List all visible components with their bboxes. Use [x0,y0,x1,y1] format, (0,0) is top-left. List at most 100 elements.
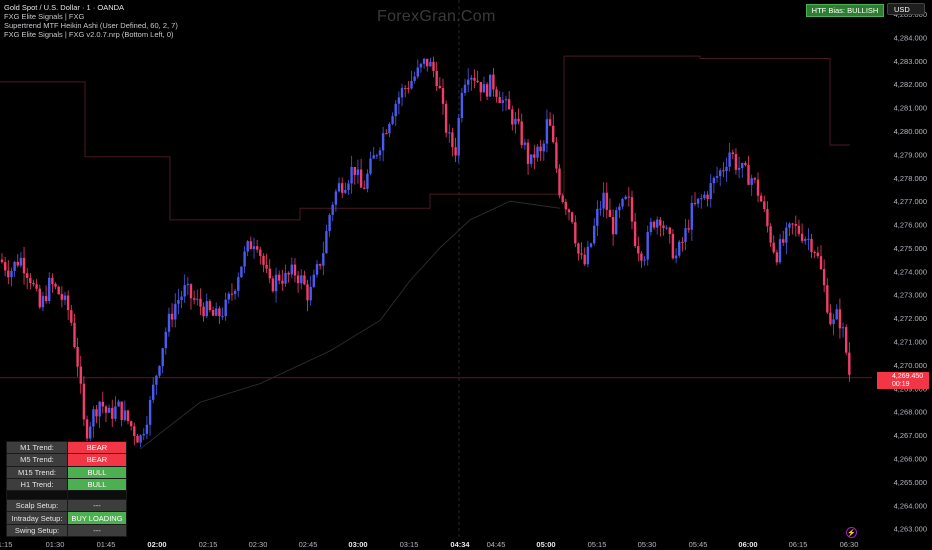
candle-body [79,366,82,384]
candle-body [621,199,624,207]
candle-body [501,100,504,103]
candle-body [832,319,835,325]
candle-body [218,308,221,317]
candle-body [161,348,164,367]
candle-body [366,173,369,189]
trend-value: --- [67,499,127,513]
candle-body [467,79,470,85]
candle-body [350,167,353,184]
candle-body [457,118,460,156]
candle-body [463,84,467,93]
candle-body [476,80,479,82]
candle-body [517,118,520,122]
candle-body [580,253,583,255]
candle-body [523,142,527,145]
candle-body [130,421,133,427]
candle-body [520,121,523,145]
candle-body [70,310,73,323]
candle-body [274,274,278,292]
candle-body [325,231,328,254]
candle-body [51,277,54,284]
candle-body [381,133,385,151]
candle-body [378,150,382,156]
indicator-legend-2[interactable]: Supertrend MTF Heikin Ashi (User Defined… [4,21,178,30]
candle-body [507,99,511,110]
candle-body [429,61,432,67]
candle-body [104,406,108,413]
candle-body [637,246,640,254]
candle-body [22,257,26,274]
candle-body [504,99,508,101]
y-tick-label: 4,281.000 [894,104,927,113]
candle-body [410,80,413,89]
candle-body [312,274,315,287]
candle-body [514,118,517,125]
candle-body [533,154,536,158]
candle-body [492,74,495,90]
candle-body [309,286,312,301]
candle-body [807,238,810,240]
candle-body [322,253,325,266]
candle-body [246,241,249,252]
y-tick-label: 4,284.000 [894,33,927,42]
candle-body [186,284,190,286]
candle-body [315,264,319,275]
trend-value: BEAR [67,440,127,455]
candle-body [369,158,372,174]
x-tick-label: 03:00 [348,540,367,549]
candle-body [741,163,744,168]
candle-body [41,296,45,308]
candle-body [142,433,145,436]
candle-body [259,249,262,256]
trend-label: Swing Setup: [6,523,68,538]
candle-body [139,435,142,443]
candle-body [205,301,208,317]
candle-body [567,209,571,213]
candle-body [615,210,618,235]
candle-body [687,228,690,230]
candle-body [344,190,347,193]
candle-body [561,195,564,202]
price-chart[interactable]: 4,263.000 4,264.000 4,265.000 4,266.000 4,26… [0,0,932,550]
replay-icon[interactable]: ⚡ [846,527,857,538]
y-tick-label: 4,267.000 [894,431,927,440]
candle-body [703,194,706,199]
candle-body [397,97,401,104]
candle-body [542,143,545,152]
candle-body [548,119,552,126]
candle-body [659,219,662,226]
indicator-legend-3[interactable]: FXG Elite Signals | FXG v2.0.7.nrp (Bott… [4,30,178,39]
candle-body [577,243,580,254]
candle-body [202,306,205,317]
candle-body [684,228,687,243]
candle-body [227,293,230,300]
currency-selector[interactable]: USD [887,3,925,15]
candle-body [306,284,309,301]
candle-body [290,264,293,275]
candle-body [775,252,779,263]
candle-body [605,192,608,210]
candle-body [215,308,218,316]
x-tick-label: 05:00 [536,540,555,549]
candle-body [385,133,388,135]
candle-body [797,225,801,234]
candle-body [819,256,823,269]
candle-body [495,89,498,97]
candle-body [712,177,716,184]
x-tick-label: 01:45 [97,540,116,549]
candle-body [262,255,265,265]
indicator-legend-1[interactable]: FXG Elite Signals | FXG [4,12,178,21]
symbol-title[interactable]: Gold Spot / U.S. Dollar · 1 · OANDA [4,3,178,12]
candle-body [252,246,256,249]
candle-body [117,401,120,407]
candle-body [167,313,171,332]
candle-body [126,410,130,422]
candle-body [416,67,419,77]
candle-body [230,293,234,295]
candle-body [646,232,649,260]
candle-body [835,309,838,320]
trend-label: M5 Trend: [6,453,68,467]
candle-body [196,298,199,300]
x-tick-label: 02:30 [249,540,268,549]
candle-body [95,409,98,417]
